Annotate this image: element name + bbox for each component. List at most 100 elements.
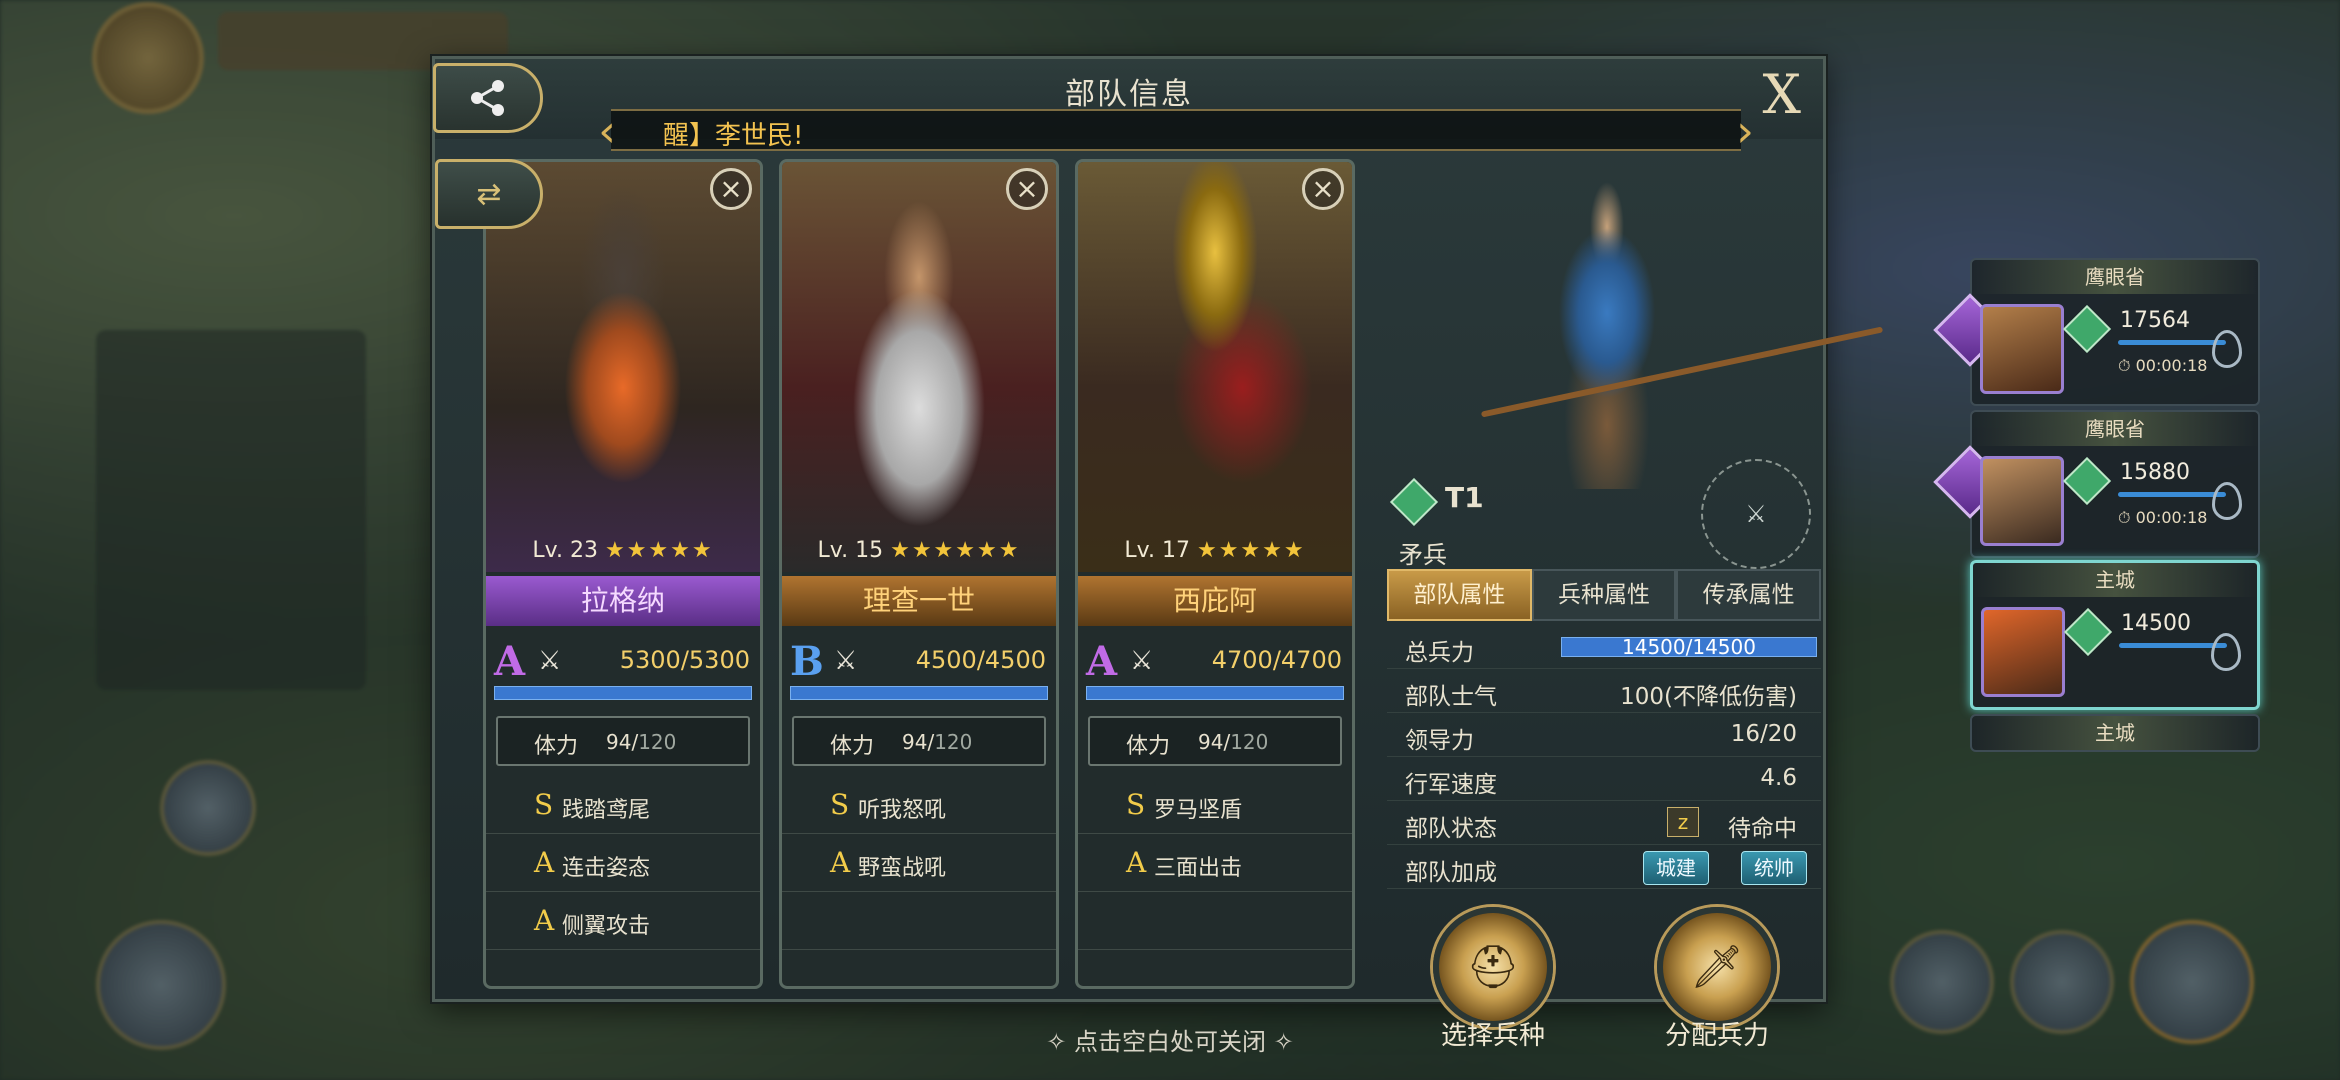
army-card-1[interactable]: 鹰眼省 17564 ⏱ 00:00:18	[1933, 258, 2260, 406]
remove-hero-button[interactable]: ×	[1006, 168, 1048, 210]
attr-status: 部队状态 z 待命中	[1387, 801, 1821, 845]
tab-unit-attributes[interactable]: 兵种属性	[1531, 569, 1677, 621]
unit-tier: T1	[1445, 481, 1484, 514]
skill-row[interactable]: S 听我怒吼	[782, 776, 1056, 834]
stamina-box: 体力 94/120	[1088, 716, 1342, 766]
army-location: 主城	[1972, 716, 2258, 750]
army-commander-portrait	[1980, 304, 2064, 394]
stamina-value: 94/120	[1198, 730, 1269, 754]
stamina-label: 体力	[1126, 734, 1171, 759]
stamina-box: 体力 94/120	[496, 716, 750, 766]
army-timer: ⏱ 00:00:18	[2118, 356, 2208, 375]
hero-troop-row: A ⚔ 4700/4700	[1086, 638, 1344, 685]
attr-total-troops: 总兵力 14500/14500	[1387, 625, 1821, 669]
hero-card-1[interactable]: × Lv. 23 ★★★★★ 拉格纳 A ⚔ 5300/5300 体力 94/1…	[483, 159, 763, 989]
army-location: 主城	[1973, 563, 2257, 597]
assign-troops-button[interactable]: 🗡	[1657, 907, 1777, 1027]
stamina-value: 94/120	[902, 730, 973, 754]
army-troop-count: 15880	[2120, 460, 2190, 485]
close-button[interactable]: X	[1763, 63, 1801, 126]
modal-title: 部队信息	[1065, 77, 1193, 112]
skill-row[interactable]: A 三面出击	[1078, 834, 1352, 892]
attr-morale: 部队士气 100(不降低伤害)	[1387, 669, 1821, 713]
army-commander-portrait	[1981, 607, 2065, 697]
share-icon	[471, 80, 504, 116]
bonus-tag-command[interactable]: 统帅	[1741, 851, 1807, 885]
hero-name: 西庇阿	[1078, 576, 1352, 626]
skill-row-empty	[782, 892, 1056, 950]
army-troop-bar	[2118, 492, 2226, 497]
army-location: 鹰眼省	[1972, 412, 2258, 446]
star-rating: ★★★★★	[1196, 538, 1306, 563]
sword-icon: 🗡	[1690, 942, 1744, 991]
army-location: 鹰眼省	[1972, 260, 2258, 294]
stamina-box: 体力 94/120	[792, 716, 1046, 766]
ticker-text: 醒】李世民!	[663, 121, 804, 151]
remove-hero-button[interactable]: ×	[1302, 168, 1344, 210]
tab-legacy-attributes[interactable]: 传承属性	[1676, 569, 1822, 621]
locate-pin-icon[interactable]	[2212, 330, 2242, 368]
hero-level: Lv. 23 ★★★★★	[532, 538, 714, 563]
hero-troop-bar	[494, 686, 752, 700]
spear-graphic	[1480, 326, 1884, 418]
remove-hero-button[interactable]: ×	[710, 168, 752, 210]
army-card-4[interactable]: 主城	[1970, 714, 2260, 752]
army-timer: ⏱ 00:00:18	[2118, 508, 2208, 527]
army-troop-count: 14500	[2121, 611, 2191, 636]
hero-troop-count: 4700/4700	[1211, 646, 1342, 674]
hero-troop-row: B ⚔ 4500/4500	[790, 638, 1048, 685]
skill-row[interactable]: A 连击姿态	[486, 834, 760, 892]
swap-commander-button[interactable]: ⇄	[435, 159, 543, 229]
hero-name: 拉格纳	[486, 576, 760, 626]
attr-leadership: 领导力 16/20	[1387, 713, 1821, 757]
hero-troop-count: 5300/5300	[619, 646, 750, 674]
army-card-2[interactable]: 鹰眼省 15880 ⏱ 00:00:18	[1933, 410, 2260, 558]
attr-bonus: 部队加成 城建 统帅	[1387, 845, 1821, 889]
hero-troop-row: A ⚔ 5300/5300	[494, 638, 752, 685]
attribute-tabs: 部队属性 兵种属性 传承属性	[1387, 569, 1822, 621]
news-ticker: ‹ 醒】李世民! ›	[598, 106, 1754, 157]
skill-row[interactable]: A 侧翼攻击	[486, 892, 760, 950]
hero-card-3[interactable]: × Lv. 17 ★★★★★ 西庇阿 A ⚔ 4700/4700 体力 94/1…	[1075, 159, 1355, 989]
hero-level: Lv. 17 ★★★★★	[1124, 538, 1306, 563]
stamina-label: 体力	[830, 734, 875, 759]
total-troops-bar: 14500/14500	[1561, 635, 1817, 659]
skill-row[interactable]: S 践踏鸢尾	[486, 776, 760, 834]
unit-name: 矛兵	[1399, 541, 1447, 569]
stamina-value: 94/120	[606, 730, 677, 754]
skill-row-empty	[1078, 892, 1352, 950]
troop-gem-icon	[2063, 607, 2113, 657]
ticker-left-arrow-icon: ‹	[598, 106, 616, 157]
bonus-tag-city[interactable]: 城建	[1643, 851, 1709, 885]
counter-wheel-icon[interactable]: ⚔	[1701, 459, 1811, 569]
star-rating: ★★★★★★	[890, 538, 1021, 563]
army-commander-portrait	[1980, 456, 2064, 546]
tab-troop-attributes[interactable]: 部队属性	[1387, 569, 1532, 621]
helmet-icon: ⛑	[1466, 942, 1520, 991]
spear-icon: ⚔	[538, 646, 562, 676]
troop-gem-icon	[2062, 304, 2112, 354]
hero-rank: A	[494, 638, 526, 685]
hero-troop-bar	[790, 686, 1048, 700]
stamina-label: 体力	[534, 734, 579, 759]
army-troop-bar	[2118, 340, 2226, 345]
skill-row[interactable]: A 野蛮战吼	[782, 834, 1056, 892]
hero-level: Lv. 15 ★★★★★★	[817, 538, 1021, 563]
attr-march-speed: 行军速度 4.6	[1387, 757, 1821, 801]
locate-pin-icon[interactable]	[2211, 633, 2241, 671]
hero-troop-bar	[1086, 686, 1344, 700]
locate-pin-icon[interactable]	[2212, 482, 2242, 520]
hero-card-2[interactable]: × Lv. 15 ★★★★★★ 理查一世 B ⚔ 4500/4500 体力 94…	[779, 159, 1059, 989]
unit-info-panel: T1 ⚔ 矛兵 部队属性 兵种属性 传承属性 总兵力 14500/14500 部…	[1387, 159, 1884, 1051]
share-button[interactable]	[433, 63, 543, 133]
hero-rank: A	[1086, 638, 1118, 685]
hero-troop-count: 4500/4500	[915, 646, 1046, 674]
tier-gem-icon	[1389, 477, 1439, 527]
hero-portrait	[1078, 162, 1352, 572]
select-troop-type-button[interactable]: ⛑	[1433, 907, 1553, 1027]
close-hint: ✧ 点击空白处可关闭 ✧	[1046, 1028, 1294, 1056]
spear-icon: ⚔	[834, 646, 858, 676]
unit-model	[1480, 169, 1884, 489]
army-card-3-selected[interactable]: 主城 14500	[1970, 560, 2260, 710]
skill-row[interactable]: S 罗马坚盾	[1078, 776, 1352, 834]
